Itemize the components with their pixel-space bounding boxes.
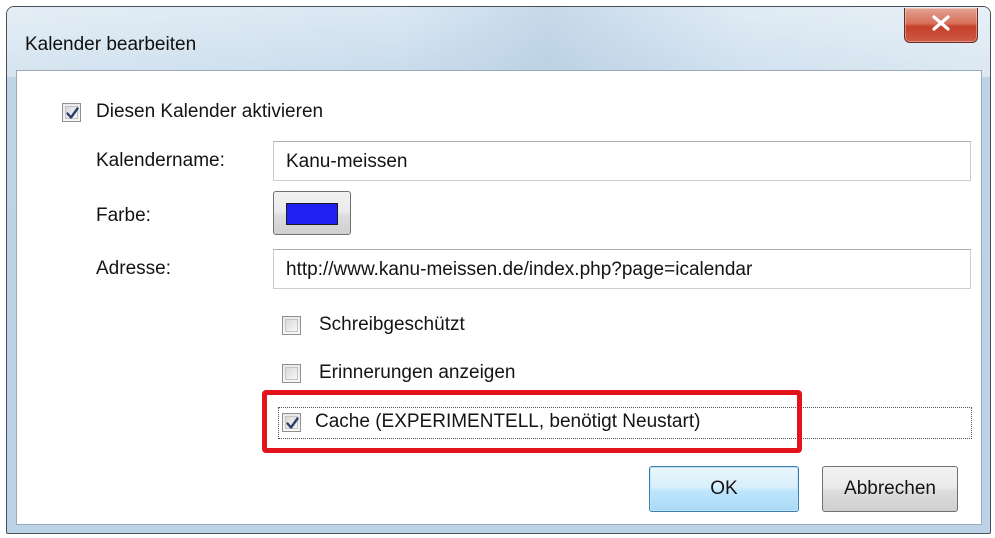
close-button[interactable] (904, 8, 978, 43)
edit-calendar-dialog: Kalender bearbeiten Diesen Kalender akti… (6, 6, 991, 534)
dialog-title: Kalender bearbeiten (25, 34, 197, 55)
dialog-body: Diesen Kalender aktivieren Kalendername:… (16, 70, 982, 525)
cancel-button[interactable]: Abbrechen (822, 466, 958, 512)
checkbox-box (285, 319, 298, 332)
readonly-label: Schreibgeschützt (319, 314, 465, 335)
ok-button[interactable]: OK (649, 466, 799, 512)
calendar-name-label: Kalendername: (96, 150, 225, 171)
enable-calendar-checkbox[interactable] (62, 103, 81, 122)
show-reminders-checkbox[interactable] (282, 364, 301, 383)
title-bar[interactable]: Kalender bearbeiten (7, 7, 990, 77)
close-x-icon (932, 15, 950, 31)
address-label: Adresse: (96, 258, 171, 279)
checkbox-box (285, 367, 298, 380)
red-highlight-box (262, 390, 802, 453)
address-input[interactable]: http://www.kanu-meissen.de/index.php?pag… (273, 249, 971, 289)
readonly-checkbox[interactable] (282, 316, 301, 335)
color-picker-button[interactable] (273, 191, 351, 235)
checkmark-icon (66, 107, 79, 119)
enable-calendar-label: Diesen Kalender aktivieren (96, 101, 324, 122)
color-swatch (286, 203, 338, 225)
calendar-name-input[interactable]: Kanu-meissen (273, 141, 971, 181)
show-reminders-label: Erinnerungen anzeigen (319, 362, 516, 383)
color-label: Farbe: (96, 205, 151, 226)
